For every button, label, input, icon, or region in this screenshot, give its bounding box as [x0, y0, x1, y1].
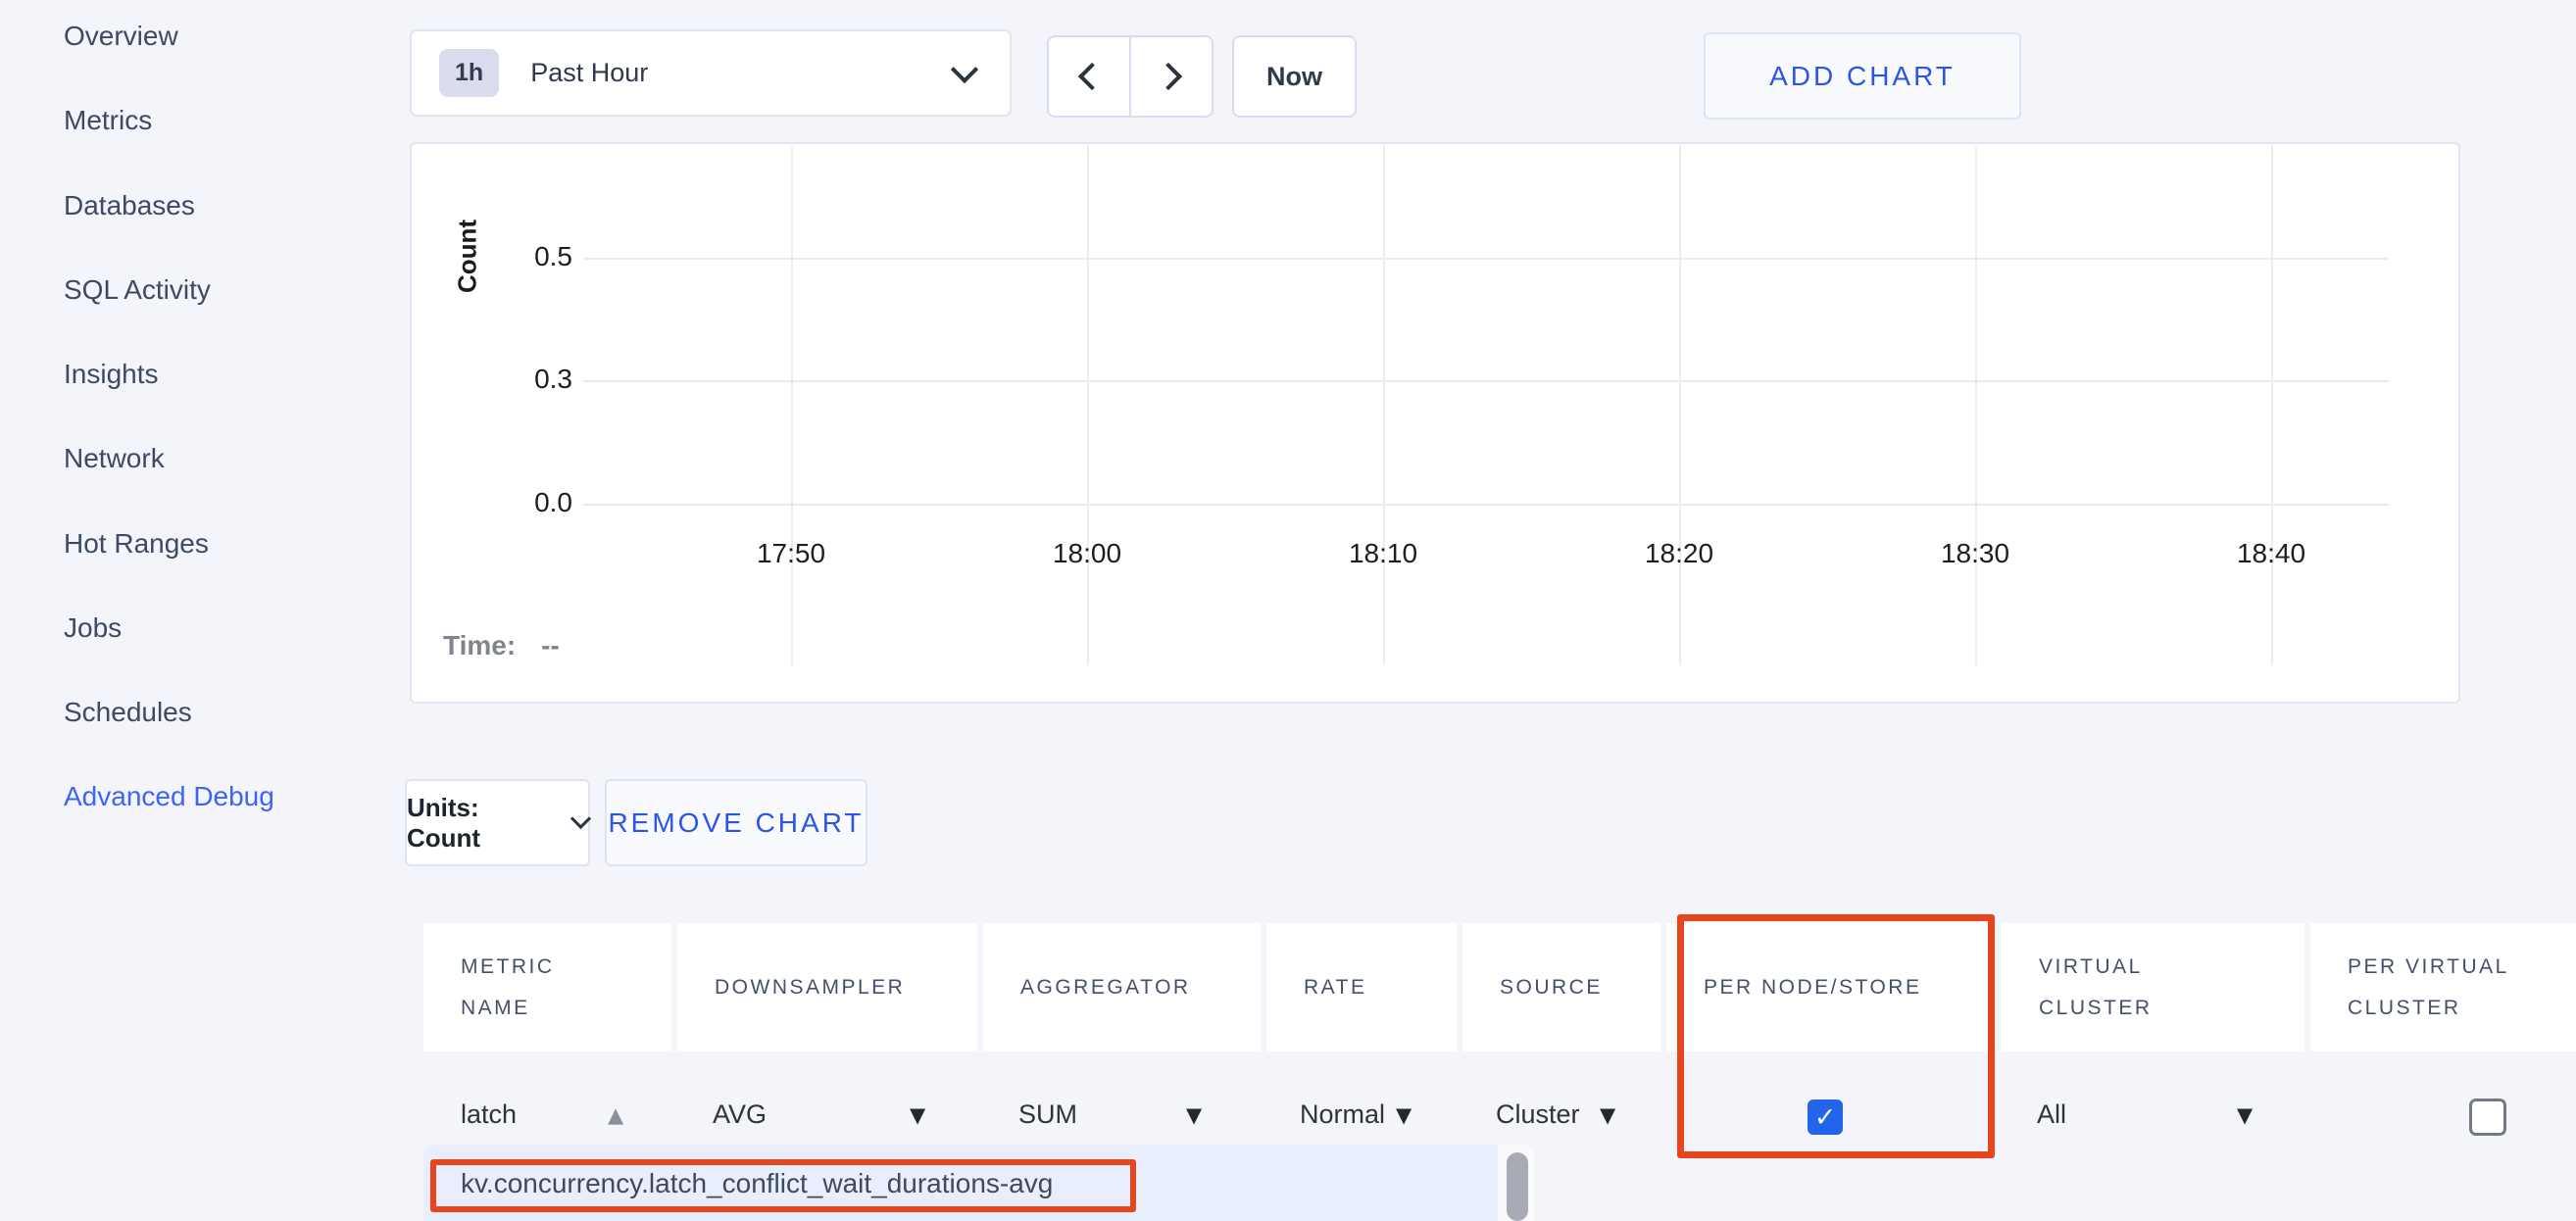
- x-tick-label: 18:00: [1018, 538, 1156, 569]
- downsampler-select[interactable]: AVG: [713, 1099, 767, 1130]
- column-header-source: SOURCE: [1462, 923, 1660, 1051]
- sidebar-item-schedules[interactable]: Schedules: [64, 693, 192, 732]
- chevron-right-icon: [1155, 63, 1182, 90]
- column-header-metric-name: METRIC NAME: [423, 923, 671, 1051]
- sidebar-item-databases[interactable]: Databases: [64, 186, 195, 225]
- caret-down-icon[interactable]: ▼: [910, 1103, 925, 1127]
- remove-chart-button[interactable]: REMOVE CHART: [605, 779, 867, 866]
- sidebar-item-insights[interactable]: Insights: [64, 355, 159, 394]
- time-range-badge: 1h: [439, 49, 499, 97]
- x-tick-label: 18:10: [1314, 538, 1452, 569]
- per-node-store-checkbox[interactable]: ✓: [1808, 1099, 1843, 1135]
- caret-down-icon[interactable]: ▼: [1600, 1103, 1615, 1127]
- caret-down-icon[interactable]: ▼: [1396, 1103, 1412, 1127]
- custom-chart-page: Overview Metrics Databases SQL Activity …: [0, 0, 2576, 1221]
- units-dropdown-label: Units: Count: [407, 793, 558, 854]
- column-header-rate: RATE: [1266, 923, 1457, 1051]
- chart-card: Count 0.5 0.3 0.0 17:50 18:00 18:10 18:2…: [410, 142, 2460, 704]
- time-range-selector[interactable]: 1h Past Hour: [410, 29, 1012, 117]
- x-tick-label: 18:30: [1907, 538, 2044, 569]
- y-axis-label: Count: [453, 213, 483, 301]
- sidebar-item-jobs[interactable]: Jobs: [64, 609, 122, 648]
- sidebar-item-hot-ranges[interactable]: Hot Ranges: [64, 524, 209, 563]
- sidebar-item-overview[interactable]: Overview: [64, 17, 178, 56]
- x-tick-label: 17:50: [722, 538, 860, 569]
- column-header-downsampler: DOWNSAMPLER: [677, 923, 977, 1051]
- column-header-virtual-cluster: VIRTUAL CLUSTER: [2002, 923, 2304, 1051]
- sidebar-item-metrics[interactable]: Metrics: [64, 101, 152, 140]
- sidebar-item-advanced-debug[interactable]: Advanced Debug: [64, 777, 274, 816]
- sidebar-item-network[interactable]: Network: [64, 439, 165, 478]
- x-tick-label: 18:40: [2203, 538, 2340, 569]
- chart-plot-area[interactable]: [583, 146, 2389, 523]
- column-header-aggregator: AGGREGATOR: [983, 923, 1261, 1051]
- source-select[interactable]: Cluster: [1496, 1099, 1580, 1130]
- y-tick-label: 0.5: [490, 241, 572, 272]
- units-dropdown[interactable]: Units: Count: [405, 779, 590, 866]
- hover-time-value: --: [541, 630, 560, 660]
- hover-time-readout: Time: --: [443, 630, 560, 661]
- column-header-per-node-store: PER NODE/STORE: [1666, 923, 1996, 1051]
- chevron-down-icon: [570, 808, 591, 829]
- caret-down-icon[interactable]: ▼: [1186, 1103, 1202, 1127]
- column-header-per-virtual-cluster: PER VIRTUAL CLUSTER: [2310, 923, 2576, 1051]
- per-virtual-cluster-checkbox[interactable]: [2469, 1099, 2506, 1136]
- sidebar-item-sql-activity[interactable]: SQL Activity: [64, 270, 211, 310]
- add-chart-button[interactable]: ADD CHART: [1704, 32, 2021, 120]
- now-button[interactable]: Now: [1232, 35, 1357, 118]
- time-step-buttons: [1047, 35, 1214, 118]
- hover-time-label: Time:: [443, 630, 516, 660]
- caret-down-icon[interactable]: ▼: [2237, 1103, 2253, 1127]
- step-forward-button[interactable]: [1131, 37, 1212, 116]
- step-back-button[interactable]: [1049, 37, 1131, 116]
- chevron-down-icon: [951, 55, 978, 82]
- time-range-label: Past Hour: [530, 58, 955, 88]
- aggregator-select[interactable]: SUM: [1018, 1099, 1077, 1130]
- x-tick-label: 18:20: [1610, 538, 1748, 569]
- virtual-cluster-select[interactable]: All: [2037, 1099, 2066, 1130]
- caret-up-icon[interactable]: ▲: [608, 1103, 623, 1127]
- metric-name-input[interactable]: latch: [461, 1099, 517, 1130]
- chevron-left-icon: [1078, 63, 1106, 90]
- y-tick-label: 0.0: [490, 487, 572, 518]
- check-icon: ✓: [1814, 1102, 1837, 1133]
- y-tick-label: 0.3: [490, 364, 572, 395]
- dropdown-scrollbar-thumb[interactable]: [1507, 1152, 1528, 1221]
- rate-select[interactable]: Normal: [1300, 1099, 1385, 1130]
- metric-suggestion-item[interactable]: kv.concurrency.latch_conflict_wait_durat…: [461, 1168, 1053, 1199]
